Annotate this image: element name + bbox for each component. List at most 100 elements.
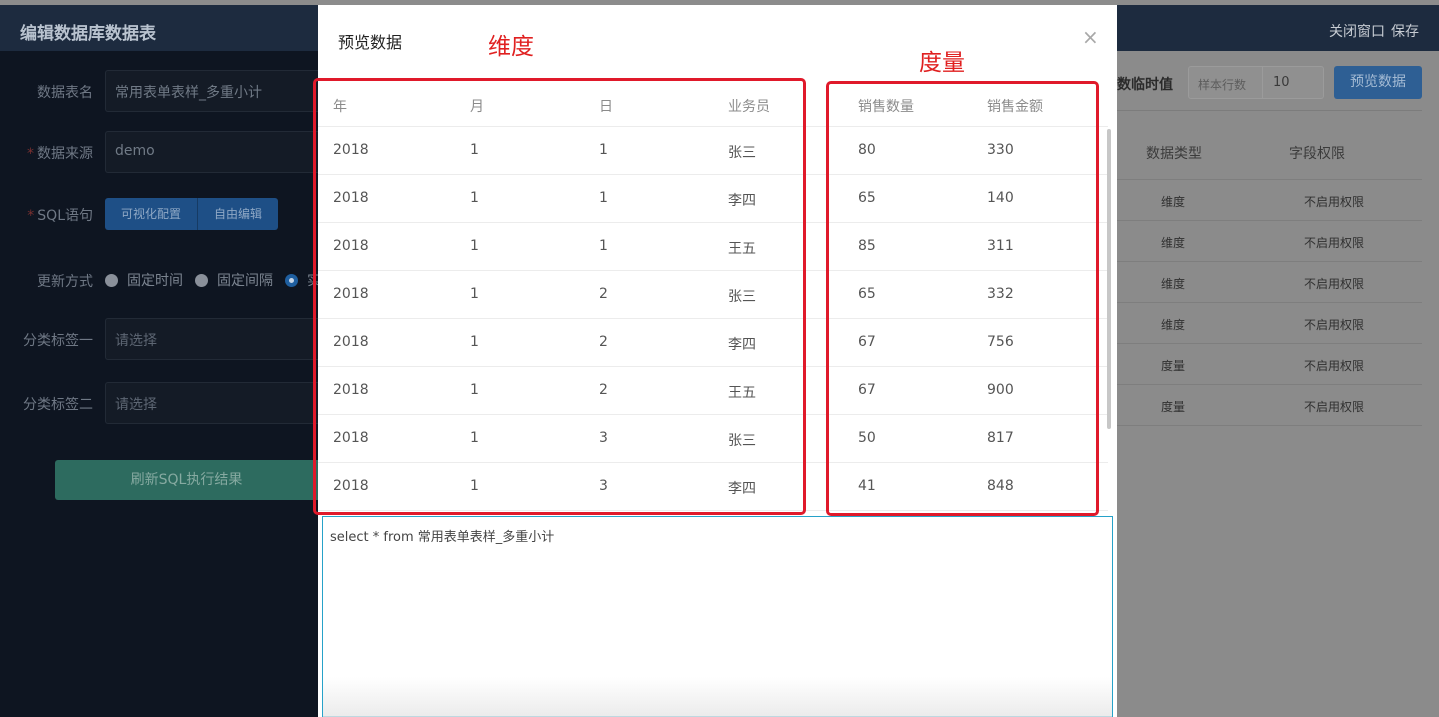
table-row: 2018 1 2 王五 67 900 bbox=[318, 367, 1108, 415]
cell-month: 1 bbox=[470, 286, 479, 302]
cell-month: 1 bbox=[470, 190, 479, 206]
permission-cell[interactable]: 不启用权限 bbox=[1304, 316, 1364, 333]
cell-day: 1 bbox=[599, 142, 608, 158]
annotation-measure: 度量 bbox=[919, 50, 965, 76]
table-row: 维度 不启用权限 bbox=[1117, 303, 1422, 344]
cell-year: 2018 bbox=[333, 190, 369, 206]
cell-sales-amount: 332 bbox=[987, 286, 1014, 302]
annotation-dimension: 维度 bbox=[488, 34, 534, 60]
radio-realtime[interactable] bbox=[285, 273, 298, 287]
preview-data-button[interactable]: 预览数据 bbox=[1334, 66, 1422, 99]
close-icon[interactable]: × bbox=[1082, 25, 1099, 49]
cell-day: 1 bbox=[599, 238, 608, 254]
cell-month: 1 bbox=[470, 478, 479, 494]
table-row: 2018 1 1 王五 85 311 bbox=[318, 223, 1108, 271]
sample-rows-input[interactable]: 样本行数 10 bbox=[1188, 66, 1324, 99]
free-edit-button[interactable]: 自由编辑 bbox=[198, 198, 279, 230]
cell-month: 1 bbox=[470, 238, 479, 254]
col-month: 月 bbox=[470, 99, 484, 115]
cell-sales-amount: 330 bbox=[987, 142, 1014, 158]
sample-rows-placeholder: 样本行数 bbox=[1198, 78, 1247, 92]
tag2-label: 分类标签二 bbox=[23, 397, 93, 413]
refresh-sql-button[interactable]: 刷新SQL执行结果 bbox=[55, 460, 318, 500]
cell-day: 2 bbox=[599, 286, 608, 302]
sql-label-text: SQL语句 bbox=[37, 208, 93, 224]
cell-sales-quantity: 67 bbox=[858, 334, 876, 350]
update-mode-row: 更新方式 固定时间 固定间隔 实 bbox=[0, 259, 321, 301]
table-row: 2018 1 2 李四 67 756 bbox=[318, 319, 1108, 367]
data-type-cell[interactable]: 度量 bbox=[1161, 357, 1185, 374]
close-window-button[interactable]: 关闭窗口 bbox=[1329, 24, 1385, 40]
table-row: 2018 1 3 张三 50 817 bbox=[318, 415, 1108, 463]
source-row: * 数据来源 demo bbox=[0, 131, 318, 173]
source-label: * 数据来源 bbox=[27, 143, 93, 163]
permission-cell[interactable]: 不启用权限 bbox=[1304, 398, 1364, 415]
permission-cell[interactable]: 不启用权限 bbox=[1304, 357, 1364, 374]
data-type-cell[interactable]: 维度 bbox=[1161, 316, 1185, 333]
data-type-cell[interactable]: 维度 bbox=[1161, 275, 1185, 292]
cell-salesperson: 王五 bbox=[728, 241, 756, 257]
table-row: 2018 1 2 张三 65 332 bbox=[318, 271, 1108, 319]
sample-rows-value[interactable]: 10 bbox=[1262, 67, 1324, 98]
cell-year: 2018 bbox=[333, 142, 369, 158]
divider bbox=[1117, 110, 1422, 111]
radio-fixed-time[interactable] bbox=[105, 273, 118, 287]
table-name-input[interactable]: 常用表单表样_多重小计 bbox=[105, 70, 318, 112]
table-row: 2018 1 1 张三 80 330 bbox=[318, 127, 1108, 175]
cell-day: 2 bbox=[599, 382, 608, 398]
cell-salesperson: 李四 bbox=[728, 193, 756, 209]
cell-sales-quantity: 80 bbox=[858, 142, 876, 158]
save-button[interactable]: 保存 bbox=[1391, 24, 1419, 40]
tag2-select[interactable]: 请选择 bbox=[105, 382, 318, 424]
col-salesperson: 业务员 bbox=[728, 99, 770, 115]
scrollbar[interactable] bbox=[1105, 123, 1113, 513]
table-name-label: 数据表名 bbox=[37, 85, 93, 101]
table-header: 年 月 日 业务员 销售数量 销售金额 bbox=[318, 82, 1108, 127]
cell-sales-quantity: 50 bbox=[858, 430, 876, 446]
tag1-select[interactable]: 请选择 bbox=[105, 318, 318, 360]
modal-title: 预览数据 bbox=[338, 33, 403, 52]
col-day: 日 bbox=[599, 99, 613, 115]
cell-year: 2018 bbox=[333, 478, 369, 494]
cell-year: 2018 bbox=[333, 430, 369, 446]
source-select[interactable]: demo bbox=[105, 131, 318, 173]
table-row: 度量 不启用权限 bbox=[1117, 344, 1422, 385]
visual-config-button[interactable]: 可视化配置 bbox=[105, 198, 199, 230]
permission-cell[interactable]: 不启用权限 bbox=[1304, 193, 1364, 210]
field-settings-panel: 数临时值 样本行数 10 预览数据 数据类型 字段权限 维度 不启用权限 维度 不启… bbox=[1117, 51, 1439, 717]
cell-sales-amount: 900 bbox=[987, 382, 1014, 398]
permission-cell[interactable]: 不启用权限 bbox=[1304, 275, 1364, 292]
header-actions: 关闭窗口 保存 bbox=[1323, 21, 1419, 41]
table-row: 2018 1 3 李四 41 848 bbox=[318, 463, 1108, 511]
cell-salesperson: 张三 bbox=[728, 433, 756, 449]
cell-year: 2018 bbox=[333, 286, 369, 302]
cell-month: 1 bbox=[470, 430, 479, 446]
cell-sales-amount: 140 bbox=[987, 190, 1014, 206]
table-row: 维度 不启用权限 bbox=[1117, 221, 1422, 262]
data-type-cell[interactable]: 度量 bbox=[1161, 398, 1185, 415]
cell-day: 1 bbox=[599, 190, 608, 206]
update-mode-label: 更新方式 bbox=[37, 274, 93, 290]
sql-mode-toggle: 可视化配置 自由编辑 bbox=[105, 198, 279, 230]
source-label-text: 数据来源 bbox=[37, 146, 93, 162]
radio-fixed-interval[interactable] bbox=[195, 273, 208, 287]
radio-fixed-interval-label: 固定间隔 bbox=[217, 273, 273, 289]
sql-textarea[interactable]: select * from 常用表单表样_多重小计 bbox=[322, 516, 1113, 717]
scrollbar-thumb[interactable] bbox=[1107, 129, 1111, 429]
cell-month: 1 bbox=[470, 142, 479, 158]
data-type-cell[interactable]: 维度 bbox=[1161, 193, 1185, 210]
cell-sales-quantity: 65 bbox=[858, 286, 876, 302]
tag2-row: 分类标签二 请选择 bbox=[0, 382, 318, 424]
form-panel: 数据表名 常用表单表样_多重小计 * 数据来源 demo * SQL语句 可视化配置… bbox=[0, 51, 321, 717]
sql-label: * SQL语句 bbox=[27, 205, 93, 225]
data-type-cell[interactable]: 维度 bbox=[1161, 234, 1185, 251]
cell-salesperson: 王五 bbox=[728, 385, 756, 401]
cell-month: 1 bbox=[470, 382, 479, 398]
cell-sales-amount: 311 bbox=[987, 238, 1014, 254]
cell-sales-quantity: 65 bbox=[858, 190, 876, 206]
cell-sales-quantity: 85 bbox=[858, 238, 876, 254]
permission-cell[interactable]: 不启用权限 bbox=[1304, 234, 1364, 251]
cell-day: 3 bbox=[599, 430, 608, 446]
cell-salesperson: 李四 bbox=[728, 337, 756, 353]
temp-value-label: 数临时值 bbox=[1117, 77, 1173, 93]
